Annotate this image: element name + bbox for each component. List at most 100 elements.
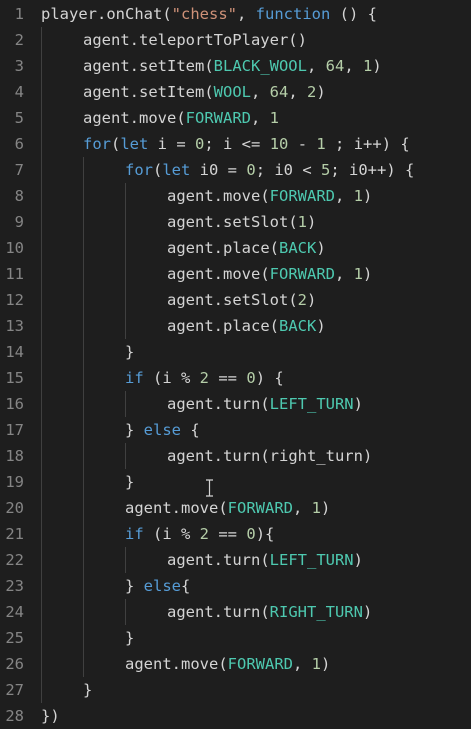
code-line[interactable]: 1 player.onChat("chess", function () { — [0, 1, 471, 27]
code-token: ) — [362, 603, 373, 621]
code-line[interactable]: 6 for(let i = 0; i <= 10 - 1 ; i++) { — [0, 131, 471, 157]
code-token: } — [125, 343, 135, 361]
code-token: , — [250, 109, 270, 127]
code-line[interactable]: 15 if (i % 2 == 0) { — [0, 365, 471, 391]
code-line[interactable]: 18 agent.turn(right_turn) — [0, 443, 471, 469]
code-text: agent.teleportToPlayer() — [83, 27, 307, 53]
code-line[interactable]: 4 agent.setItem(WOOL, 64, 2) — [0, 79, 471, 105]
code-text: }) — [41, 703, 60, 729]
code-line[interactable]: 24 agent.turn(RIGHT_TURN) — [0, 599, 471, 625]
code-token: player.onChat( — [41, 5, 172, 23]
line-number: 13 — [5, 317, 24, 335]
code-text: agent.place(BACK) — [167, 235, 326, 261]
code-token: }) — [41, 707, 60, 725]
code-text: agent.move(FORWARD, 1) — [167, 261, 372, 287]
code-line[interactable]: 3 agent.setItem(BLACK_WOOL, 64, 1) — [0, 53, 471, 79]
code-token: BACK — [278, 239, 317, 257]
code-token: ) — [363, 265, 373, 283]
line-number: 25 — [5, 629, 24, 647]
code-token: ){ — [255, 525, 275, 543]
code-token: BLACK_WOOL — [213, 57, 307, 75]
code-token: () { — [330, 5, 377, 23]
code-line[interactable]: 19} — [0, 469, 471, 495]
line-number: 15 — [5, 369, 24, 387]
code-token: , — [334, 265, 354, 283]
code-text: agent.setSlot(2) — [167, 287, 316, 313]
code-line[interactable]: 2 agent.teleportToPlayer() — [0, 27, 471, 53]
code-token: agent.move( — [125, 499, 228, 517]
code-token: } — [125, 577, 144, 595]
code-token: ( — [153, 161, 163, 179]
line-number: 11 — [5, 265, 24, 283]
code-token: , — [344, 57, 363, 75]
line-number: 6 — [14, 135, 24, 153]
code-token: ; i0++) { — [330, 161, 415, 179]
code-text: } — [125, 339, 134, 365]
code-token: ) — [372, 57, 382, 75]
code-text: agent.move(FORWARD, 1) — [167, 183, 372, 209]
code-token: { — [181, 577, 191, 595]
code-token: 2 — [297, 291, 307, 309]
code-token: agent.move( — [167, 265, 270, 283]
code-token: agent.move( — [125, 655, 228, 673]
code-token: ) — [316, 317, 326, 335]
code-text: if (i % 2 == 0) { — [125, 365, 284, 391]
code-line[interactable]: 23} else{ — [0, 573, 471, 599]
line-number: 8 — [14, 187, 24, 205]
code-line[interactable]: 10 agent.place(BACK) — [0, 235, 471, 261]
code-token: } — [83, 681, 93, 699]
code-text: } — [83, 677, 92, 703]
code-token: if — [125, 369, 144, 387]
code-line[interactable]: 7 for(let i0 = 0; i0 < 5; i0++) { — [0, 157, 471, 183]
code-editor[interactable]: 1 player.onChat("chess", function () {2 ag… — [0, 0, 471, 729]
code-token: agent.turn( — [167, 551, 270, 569]
line-number: 19 — [5, 473, 24, 491]
code-line[interactable]: 21 if (i % 2 == 0){ — [0, 521, 471, 547]
code-token: let — [120, 135, 149, 153]
code-line[interactable]: 28}) — [0, 703, 471, 729]
code-token: i = — [148, 135, 196, 153]
code-token: RIGHT_TURN — [269, 603, 363, 621]
code-token: else — [143, 421, 181, 439]
line-number: 20 — [5, 499, 24, 517]
code-line[interactable]: 14} — [0, 339, 471, 365]
code-text: agent.move(FORWARD, 1) — [125, 495, 330, 521]
code-line[interactable]: 25} — [0, 625, 471, 651]
code-token: WOOL — [213, 83, 251, 101]
code-token: ; i++) { — [325, 135, 410, 153]
code-token: 1 — [269, 109, 279, 127]
code-line[interactable]: 17} else { — [0, 417, 471, 443]
code-token: let — [162, 161, 191, 179]
code-line[interactable]: 13 agent.place(BACK) — [0, 313, 471, 339]
code-line[interactable]: 16 agent.turn(LEFT_TURN) — [0, 391, 471, 417]
code-line[interactable]: 12 agent.setSlot(2) — [0, 287, 471, 313]
code-token: for — [125, 161, 153, 179]
code-token: , — [292, 499, 312, 517]
code-token: ; i <= — [204, 135, 270, 153]
code-token: ) { — [255, 369, 284, 387]
code-text: agent.setItem(BLACK_WOOL, 64, 1) — [83, 53, 382, 79]
code-token: 64 — [325, 57, 345, 75]
code-token: 5 — [321, 161, 331, 179]
code-token: 1 — [297, 213, 307, 231]
code-line[interactable]: 8 agent.move(FORWARD, 1) — [0, 183, 471, 209]
code-token: - — [288, 135, 317, 153]
code-line[interactable]: 22 agent.turn(LEFT_TURN) — [0, 547, 471, 573]
code-line[interactable]: 9 agent.setSlot(1) — [0, 209, 471, 235]
code-token: ) — [316, 83, 326, 101]
code-text: } — [125, 625, 134, 651]
code-token: 1 — [311, 655, 321, 673]
line-number: 4 — [14, 83, 24, 101]
code-token: 0 — [246, 525, 256, 543]
code-token: ) — [307, 291, 317, 309]
code-token: agent.setSlot( — [167, 213, 298, 231]
code-token: } — [125, 421, 144, 439]
code-token: else — [143, 577, 181, 595]
code-line[interactable]: 5 agent.move(FORWARD, 1 — [0, 105, 471, 131]
code-token: (i % — [143, 369, 200, 387]
code-token: == — [209, 525, 247, 543]
code-line[interactable]: 11 agent.move(FORWARD, 1) — [0, 261, 471, 287]
code-line[interactable]: 20 agent.move(FORWARD, 1) — [0, 495, 471, 521]
code-line[interactable]: 26 agent.move(FORWARD, 1) — [0, 651, 471, 677]
code-line[interactable]: 27} — [0, 677, 471, 703]
